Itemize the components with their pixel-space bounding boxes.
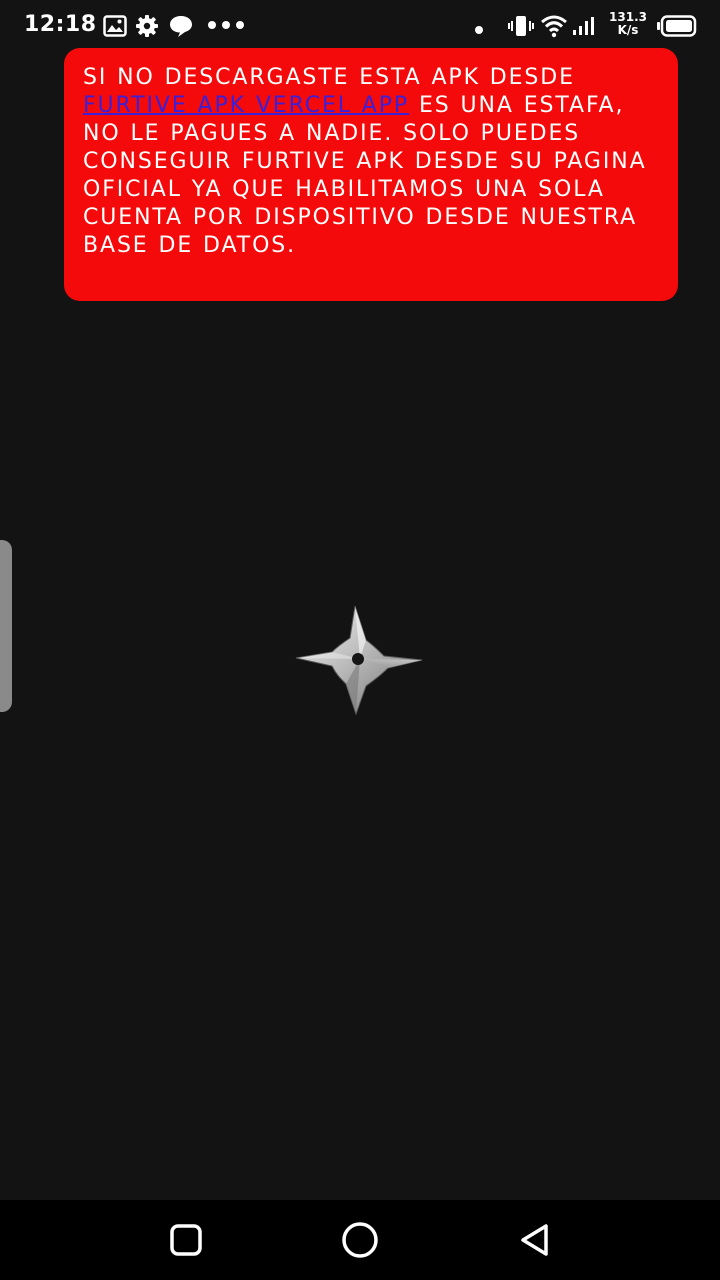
vibrate-icon: [508, 14, 534, 42]
home-button[interactable]: [338, 1218, 382, 1266]
chat-icon: [168, 14, 194, 42]
warning-message: SI NO DESCARGASTE ESTA APK DESDE FURTIVE…: [83, 64, 664, 260]
warning-text-start: SI NO DESCARGASTE ESTA APK DESDE: [83, 65, 575, 90]
network-speed: 131.3 K/s: [606, 11, 650, 37]
gear-icon: [135, 14, 159, 42]
app-screen: 12:18 131.3 K/s SI NO DESCARGASTE ESTA A…: [0, 0, 720, 1280]
battery-icon: [657, 15, 697, 41]
scam-warning-banner: SI NO DESCARGASTE ESTA APK DESDE FURTIVE…: [64, 48, 678, 301]
recent-apps-button[interactable]: [166, 1220, 206, 1264]
shuriken-icon: [294, 604, 424, 716]
network-speed-unit: K/s: [617, 23, 639, 37]
more-dots-icon: [207, 17, 245, 37]
wifi-icon: [540, 14, 568, 42]
back-button[interactable]: [515, 1220, 555, 1264]
status-bar: 12:18 131.3 K/s: [0, 0, 720, 52]
official-site-link[interactable]: FURTIVE APK VERCEL APP: [83, 93, 409, 118]
navigation-bar: [0, 1200, 720, 1280]
signal-icon: [572, 16, 598, 40]
edge-panel-handle[interactable]: [0, 540, 12, 712]
dot-icon: [474, 20, 484, 39]
gallery-icon: [103, 15, 127, 41]
status-time: 12:18: [24, 12, 97, 37]
